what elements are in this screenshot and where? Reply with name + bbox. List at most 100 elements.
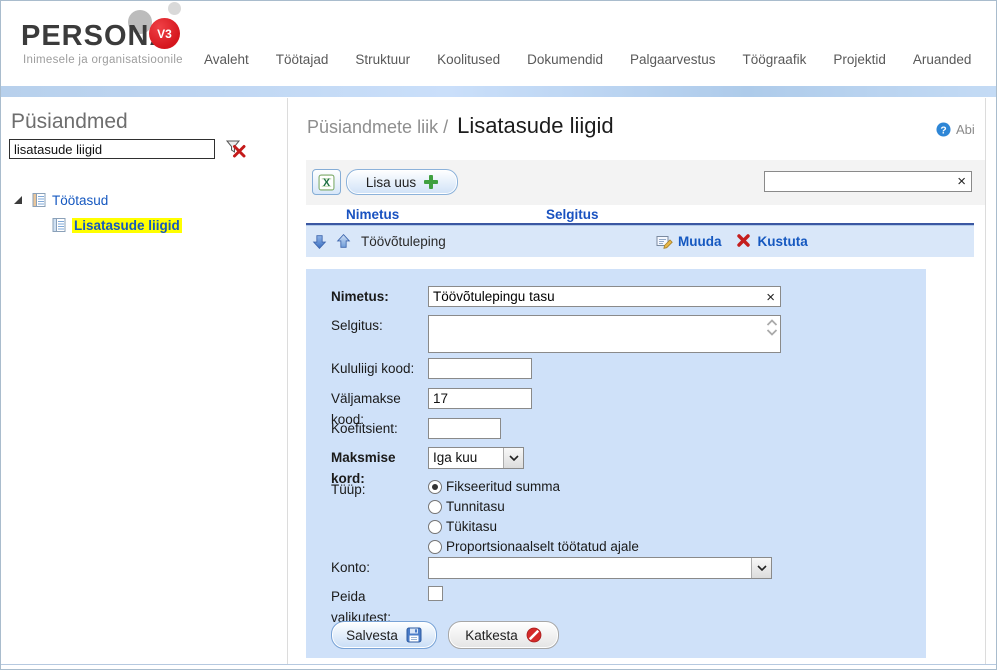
notebook-icon [31,192,47,208]
row-actions: Muuda Kustuta [656,233,808,250]
save-button-label: Salvesta [346,628,398,643]
radio-button[interactable] [428,540,442,554]
selgitus-field [428,315,781,353]
delete-link[interactable]: Kustuta [758,234,808,249]
radio-label: Proportsionaalselt töötatud ajale [446,539,639,554]
konto-label: Konto: [331,557,427,578]
chevron-up-icon[interactable] [766,319,778,326]
radio-button[interactable] [428,500,442,514]
notebook-icon [51,217,67,233]
radio-label: Tunnitasu [446,499,505,514]
move-up-icon[interactable] [335,233,352,250]
header: PERSONA V3 Inimesele ja organisatsioonil… [1,1,996,86]
nav-item-toograafik[interactable]: Töögraafik [743,52,807,67]
excel-icon: X [318,174,335,191]
radio-option-tykitasu[interactable]: Tükitasu [428,518,497,535]
nav-item-projektid[interactable]: Projektid [833,52,886,67]
kululiik-input[interactable] [428,358,532,379]
edit-form-panel: Nimetus: × Selgitus: Kululiigi kood: Väl… [306,269,926,658]
valjamakse-input[interactable] [428,388,532,409]
page-bottom-divider [1,664,996,665]
tree-node-lisatasude-liigid[interactable]: Lisatasude liigid [51,217,182,233]
help-label[interactable]: Abi [956,122,975,137]
radio-button[interactable] [428,480,442,494]
title-bar: Püsiandmete liik / Lisatasude liigid [307,113,614,139]
delete-icon[interactable] [736,233,753,250]
application-window: PERSONA V3 Inimesele ja organisatsioonil… [0,0,997,670]
nav-item-palgaarvestus[interactable]: Palgaarvestus [630,52,716,67]
clear-nimetus-icon[interactable]: × [766,288,775,307]
tree-link-tootasud[interactable]: Töötasud [52,193,108,208]
koefitsient-input[interactable] [428,418,501,439]
svg-text:?: ? [940,125,946,136]
row-reorder-controls [311,233,352,250]
sidebar: Püsiandmed Töötasud [1,98,287,665]
textarea-scroll-arrows [766,319,778,336]
excel-export-button[interactable]: X [312,169,341,195]
nav-item-koolitused[interactable]: Koolitused [437,52,500,67]
dropdown-arrow-icon[interactable] [751,558,771,578]
help-icon[interactable]: ? [936,122,951,137]
radio-label: Fikseeritud summa [446,479,560,494]
save-button[interactable]: Salvesta [331,621,437,649]
radio-option-tunnitasu[interactable]: Tunnitasu [428,498,505,515]
selgitus-textarea[interactable] [429,316,762,352]
main-content: Püsiandmete liik / Lisatasude liigid ? A… [287,98,986,665]
dropdown-arrow-icon[interactable] [503,448,523,468]
tree-expand-triangle-icon[interactable] [14,196,22,204]
chevron-down-icon[interactable] [766,329,778,336]
row-name: Töövõtuleping [361,234,446,249]
selgitus-label: Selgitus: [331,315,427,336]
konto-select[interactable] [428,557,772,579]
toolbar: X Lisa uus × [306,160,985,205]
nav-item-struktuur[interactable]: Struktuur [355,52,410,67]
plus-icon [424,175,438,189]
kululiik-label: Kululiigi kood: [331,358,427,379]
radio-option-proportsionaalselt[interactable]: Proportsionaalselt töötatud ajale [428,538,639,555]
koefitsient-label: Koefitsient: [331,418,427,439]
list-filter-input[interactable] [765,172,949,191]
add-new-label: Lisa uus [366,175,416,190]
nimetus-field: × [428,286,781,307]
clear-filter-icon[interactable] [225,138,246,159]
list-filter-field: × [764,171,972,192]
maksmise-selected-value: Iga kuu [429,448,503,468]
tree-node-tootasud[interactable]: Töötasud [14,192,108,208]
edit-link[interactable]: Muuda [678,234,722,249]
tree-link-lisatasude-liigid-selected[interactable]: Lisatasude liigid [72,218,182,233]
move-down-icon[interactable] [311,233,328,250]
brand-tagline: Inimesele ja organisatsioonile [23,54,183,66]
save-floppy-icon [406,627,422,643]
nav-item-aruanded[interactable]: Aruanded [913,52,972,67]
radio-option-fikseeritud[interactable]: Fikseeritud summa [428,478,560,495]
peida-checkbox[interactable] [428,586,443,601]
clear-list-filter-icon[interactable]: × [957,172,966,191]
radio-label: Tükitasu [446,519,497,534]
nav-item-dokumendid[interactable]: Dokumendid [527,52,603,67]
column-header-nimetus[interactable]: Nimetus [346,207,399,222]
main-nav: Avaleht Töötajad Struktuur Koolitused Do… [204,52,971,67]
edit-icon[interactable] [656,233,673,250]
maksmise-select[interactable]: Iga kuu [428,447,524,469]
nimetus-input[interactable] [429,287,758,306]
header-divider-band [1,86,996,97]
tyyp-label: Tüüp: [331,479,427,500]
breadcrumb: Püsiandmete liik / [307,117,448,138]
help-link[interactable]: ? Abi [936,122,975,137]
konto-selected-value [429,558,751,578]
cancel-button[interactable]: Katkesta [448,621,559,649]
add-new-button[interactable]: Lisa uus [346,169,458,195]
nav-item-tootajad[interactable]: Töötajad [276,52,329,67]
svg-text:X: X [323,177,330,189]
cancel-prohibition-icon [526,627,542,643]
nav-item-avaleht[interactable]: Avaleht [204,52,249,67]
page-title: Lisatasude liigid [457,113,614,139]
sidebar-filter-input[interactable] [9,139,215,159]
radio-button[interactable] [428,520,442,534]
sidebar-title: Püsiandmed [11,110,128,134]
logo-dot-small [168,2,181,15]
table-row: Töövõtuleping Muuda Kustuta [306,225,974,257]
brand-version-badge: V3 [149,18,180,49]
cancel-button-label: Katkesta [465,628,518,643]
column-header-selgitus[interactable]: Selgitus [546,207,599,222]
